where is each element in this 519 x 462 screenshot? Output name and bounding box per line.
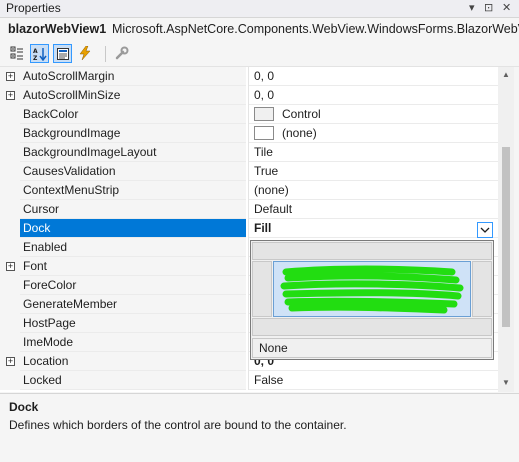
dock-bottom-option[interactable] bbox=[252, 318, 492, 336]
auto-hide-button[interactable]: ⊡ bbox=[484, 1, 493, 14]
expand-icon[interactable]: + bbox=[6, 357, 15, 366]
property-name: Locked bbox=[20, 371, 246, 390]
svg-text:Z: Z bbox=[33, 55, 38, 61]
property-row-backcolor[interactable]: BackColor Control bbox=[0, 105, 498, 124]
description-text: Defines which borders of the control are… bbox=[9, 418, 347, 432]
chevron-down-icon bbox=[480, 227, 490, 233]
property-value[interactable]: False bbox=[249, 371, 498, 390]
property-value[interactable]: 0, 0 bbox=[249, 86, 498, 105]
toolbar-separator bbox=[105, 46, 106, 62]
property-value[interactable]: (none) bbox=[249, 124, 498, 143]
properties-toolbar: A Z bbox=[0, 42, 519, 67]
property-row-contextmenustrip[interactable]: ContextMenuStrip (none) bbox=[0, 181, 498, 200]
property-name: BackgroundImageLayout bbox=[20, 143, 246, 162]
property-name: Font bbox=[20, 257, 246, 276]
property-value[interactable]: Tile bbox=[249, 143, 498, 162]
wrench-icon bbox=[115, 46, 129, 60]
property-name: ImeMode bbox=[20, 333, 246, 352]
property-grid-scrollbar[interactable]: ▲ ▼ bbox=[498, 67, 514, 392]
dock-right-option[interactable] bbox=[472, 261, 492, 317]
property-row-dock[interactable]: Dock Fill bbox=[0, 219, 498, 238]
dock-none-option[interactable]: None bbox=[252, 338, 492, 358]
categorized-icon bbox=[10, 46, 23, 60]
property-value[interactable]: (none) bbox=[249, 181, 498, 200]
image-swatch bbox=[254, 125, 274, 140]
window-title: Properties bbox=[6, 1, 61, 15]
property-name: ContextMenuStrip bbox=[20, 181, 246, 200]
property-name: AutoScrollMargin bbox=[20, 67, 246, 86]
property-pages-button[interactable] bbox=[113, 44, 131, 62]
property-name: HostPage bbox=[20, 314, 246, 333]
color-swatch bbox=[254, 106, 274, 121]
dock-fill-option[interactable] bbox=[273, 261, 471, 317]
properties-titlebar: Properties ▾ ⊡ ✕ bbox=[0, 0, 519, 18]
property-row-autoscrollmargin[interactable]: + AutoScrollMargin 0, 0 bbox=[0, 67, 498, 86]
property-value[interactable]: Fill bbox=[249, 219, 498, 238]
scroll-up-icon[interactable]: ▲ bbox=[502, 70, 510, 79]
property-row-backgroundimagelayout[interactable]: BackgroundImageLayout Tile bbox=[0, 143, 498, 162]
property-name: BackColor bbox=[20, 105, 246, 124]
properties-icon bbox=[56, 47, 69, 60]
property-name: Location bbox=[20, 352, 246, 371]
lightning-icon bbox=[79, 46, 91, 60]
dock-editor-popup: None bbox=[250, 240, 494, 360]
property-value[interactable]: True bbox=[249, 162, 498, 181]
property-name: AutoScrollMinSize bbox=[20, 86, 246, 105]
events-button[interactable] bbox=[76, 44, 94, 62]
properties-button[interactable] bbox=[53, 44, 72, 63]
property-row-cursor[interactable]: Cursor Default bbox=[0, 200, 498, 219]
object-type: Microsoft.AspNetCore.Components.WebView.… bbox=[112, 22, 519, 36]
categorized-button[interactable] bbox=[8, 44, 26, 62]
property-value[interactable]: 0, 0 bbox=[249, 67, 498, 86]
property-name: CausesValidation bbox=[20, 162, 246, 181]
dock-top-option[interactable] bbox=[252, 242, 492, 260]
property-name: Cursor bbox=[20, 200, 246, 219]
property-value[interactable]: Default bbox=[249, 200, 498, 219]
expand-icon[interactable]: + bbox=[6, 262, 15, 271]
svg-text:A: A bbox=[33, 48, 38, 55]
dock-left-option[interactable] bbox=[252, 261, 272, 317]
property-name: BackgroundImage bbox=[20, 124, 246, 143]
scrollbar-thumb[interactable] bbox=[502, 147, 510, 327]
property-row-autoscrollminsize[interactable]: + AutoScrollMinSize 0, 0 bbox=[0, 86, 498, 105]
redaction-scribble bbox=[280, 265, 464, 314]
property-name: ForeColor bbox=[20, 276, 246, 295]
object-selector[interactable]: blazorWebView1 Microsoft.AspNetCore.Comp… bbox=[0, 18, 519, 43]
sort-az-icon: A Z bbox=[33, 47, 47, 61]
description-title: Dock bbox=[9, 400, 39, 414]
property-row-backgroundimage[interactable]: BackgroundImage (none) bbox=[0, 124, 498, 143]
property-name: GenerateMember bbox=[20, 295, 246, 314]
alphabetical-button[interactable]: A Z bbox=[30, 44, 49, 63]
description-pane: Dock Defines which borders of the contro… bbox=[0, 393, 519, 462]
dock-dropdown-button[interactable] bbox=[477, 222, 493, 238]
property-row-locked[interactable]: Locked False bbox=[0, 371, 498, 390]
expand-icon[interactable]: + bbox=[6, 91, 15, 100]
expand-icon[interactable]: + bbox=[6, 72, 15, 81]
object-name: blazorWebView1 bbox=[8, 22, 107, 36]
close-button[interactable]: ✕ bbox=[502, 1, 511, 14]
property-name: Enabled bbox=[20, 238, 246, 257]
property-value[interactable]: Control bbox=[249, 105, 498, 124]
scroll-down-icon[interactable]: ▼ bbox=[502, 378, 510, 387]
window-position-button[interactable]: ▾ bbox=[469, 1, 475, 14]
property-name: Dock bbox=[20, 219, 246, 238]
property-row-causesvalidation[interactable]: CausesValidation True bbox=[0, 162, 498, 181]
